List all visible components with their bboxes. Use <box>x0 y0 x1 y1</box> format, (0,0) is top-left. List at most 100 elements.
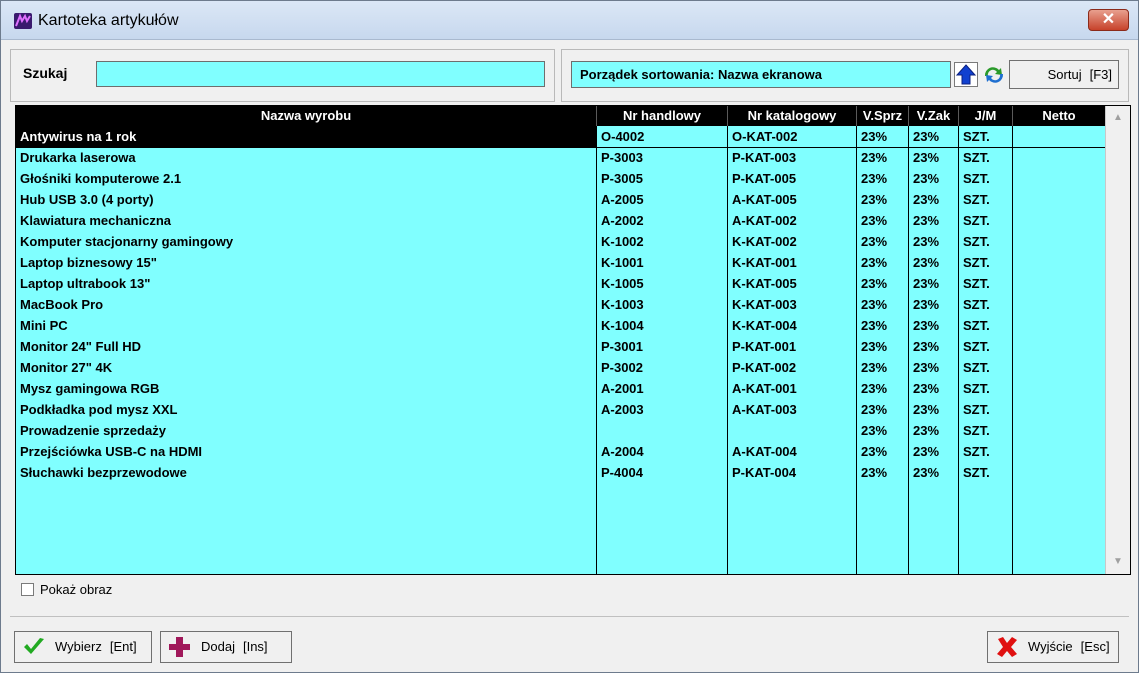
table-cell: A-KAT-004 <box>732 444 797 459</box>
table-cell: P-KAT-004 <box>732 465 797 480</box>
table-row[interactable]: Monitor 27" 4K P-3002 P-KAT-002 23% 23% SZT. <box>16 357 1106 378</box>
table-cell: 23% <box>913 150 940 165</box>
table-cell <box>1013 252 1105 273</box>
table-row[interactable]: Mysz gamingowa RGB A-2001 A-KAT-001 23% 23% S… <box>16 378 1106 399</box>
table-cell: Monitor 27" 4K <box>20 360 113 375</box>
table-cell <box>1013 378 1105 399</box>
table-row[interactable]: Klawiatura mechaniczna A-2002 A-KAT-002 23%… <box>16 210 1106 231</box>
add-button[interactable]: Dodaj [Ins] <box>160 631 292 663</box>
table-cell: K-KAT-001 <box>732 255 797 270</box>
table-cell <box>1013 462 1105 483</box>
table-cell: 23% <box>861 339 888 354</box>
table-cell: A-2002 <box>601 213 644 228</box>
table-cell: K-KAT-002 <box>732 234 797 249</box>
table-cell: 23% <box>861 318 888 333</box>
table-cell: Laptop ultrabook 13" <box>20 276 151 291</box>
table-cell: SZT. <box>963 171 990 186</box>
column-header[interactable]: Netto <box>1013 106 1106 126</box>
table-cell: P-KAT-003 <box>732 150 797 165</box>
table-row[interactable]: MacBook Pro K-1003 K-KAT-003 23% 23% SZT. <box>16 294 1106 315</box>
table-row[interactable]: Podkładka pod mysz XXL A-2003 A-KAT-003 23%… <box>16 399 1106 420</box>
table-cell <box>1013 315 1105 336</box>
table-cell: Słuchawki bezprzewodowe <box>20 465 187 480</box>
column-divider <box>908 126 909 574</box>
table-cell: A-2003 <box>601 402 644 417</box>
footer-divider <box>10 616 1129 617</box>
sort-direction-arrow-up-icon[interactable] <box>954 62 978 87</box>
column-header[interactable]: J/M <box>959 106 1013 126</box>
table-cell: P-3005 <box>601 171 643 186</box>
column-header[interactable]: Nazwa wyrobu <box>16 106 597 126</box>
table-cell: 23% <box>861 276 888 291</box>
sort-button-label: Sortuj <box>1047 67 1082 82</box>
show-image-checkbox-row[interactable]: Pokaż obraz <box>21 582 112 597</box>
table-cell <box>1013 189 1105 210</box>
articles-table[interactable]: Nazwa wyrobu Nr handlowy Nr katalogowy V.Sp… <box>15 105 1131 575</box>
column-header[interactable]: V.Sprz <box>857 106 909 126</box>
table-cell: 23% <box>913 213 940 228</box>
sort-button[interactable]: Sortuj [F3] <box>1009 60 1119 89</box>
table-row[interactable]: Drukarka laserowa P-3003 P-KAT-003 23% 23% SZ… <box>16 147 1106 168</box>
table-cell: K-KAT-004 <box>732 318 797 333</box>
show-image-checkbox[interactable] <box>21 583 34 596</box>
table-cell: 23% <box>913 255 940 270</box>
table-row[interactable]: Komputer stacjonarny gamingowy K-1002 K-KA… <box>16 231 1106 252</box>
table-cell: 23% <box>913 360 940 375</box>
table-row[interactable]: Laptop biznesowy 15" K-1001 K-KAT-001 23% 23… <box>16 252 1106 273</box>
app-logo-icon <box>14 13 32 29</box>
table-cell: Mysz gamingowa RGB <box>20 381 160 396</box>
table-cell: 23% <box>913 465 940 480</box>
table-cell: 23% <box>861 297 888 312</box>
scroll-up-icon[interactable]: ▲ <box>1106 108 1130 128</box>
column-divider <box>727 126 728 574</box>
table-cell: Komputer stacjonarny gamingowy <box>20 234 234 249</box>
table-row[interactable]: Mini PC K-1004 K-KAT-004 23% 23% SZT. <box>16 315 1106 336</box>
table-row[interactable]: Antywirus na 1 rok O-4002 O-KAT-002 23% 23% S… <box>16 126 1106 148</box>
vertical-scrollbar[interactable]: ▲ ▼ <box>1105 106 1130 574</box>
table-cell: SZT. <box>963 276 990 291</box>
search-label: Szukaj <box>23 65 68 81</box>
table-cell: 23% <box>861 213 888 228</box>
table-cell <box>1013 126 1105 147</box>
table-cell: O-KAT-002 <box>732 129 798 144</box>
show-image-label: Pokaż obraz <box>40 582 113 597</box>
column-header[interactable]: Nr katalogowy <box>728 106 857 126</box>
table-cell: 23% <box>913 423 940 438</box>
table-row[interactable]: Prowadzenie sprzedaży 23% 23% SZT. <box>16 420 1106 441</box>
table-row[interactable]: Głośniki komputerowe 2.1 P-3005 P-KAT-005 2… <box>16 168 1106 189</box>
table-row[interactable]: Hub USB 3.0 (4 porty) A-2005 A-KAT-005 23% 2… <box>16 189 1106 210</box>
table-cell: 23% <box>913 402 940 417</box>
table-row[interactable]: Słuchawki bezprzewodowe P-4004 P-KAT-004 23… <box>16 462 1106 483</box>
table-cell: 23% <box>913 318 940 333</box>
table-cell <box>1013 441 1105 462</box>
column-header[interactable]: V.Zak <box>909 106 959 126</box>
close-button[interactable]: ✕ <box>1088 9 1129 31</box>
table-cell: 23% <box>861 171 888 186</box>
red-x-icon <box>994 635 1020 659</box>
table-cell: K-1002 <box>601 234 644 249</box>
refresh-arrows-icon[interactable] <box>981 63 1007 87</box>
table-cell: Laptop biznesowy 15" <box>20 255 157 270</box>
table-row[interactable]: Laptop ultrabook 13" K-1005 K-KAT-005 23% 23… <box>16 273 1106 294</box>
table-cell: 23% <box>913 171 940 186</box>
table-cell: SZT. <box>963 465 990 480</box>
scroll-down-icon[interactable]: ▼ <box>1106 552 1130 572</box>
table-cell: Przejściówka USB-C na HDMI <box>20 444 203 459</box>
exit-button-label: Wyjście <box>1028 639 1073 654</box>
table-cell: K-1005 <box>601 276 644 291</box>
column-divider <box>856 126 857 574</box>
select-button[interactable]: Wybierz [Ent] <box>14 631 152 663</box>
table-cell: 23% <box>861 402 888 417</box>
table-cell: P-KAT-005 <box>732 171 797 186</box>
table-cell: P-KAT-001 <box>732 339 797 354</box>
table-row[interactable]: Przejściówka USB-C na HDMI A-2004 A-KAT-00… <box>16 441 1106 462</box>
search-input[interactable] <box>96 61 545 87</box>
table-cell: Hub USB 3.0 (4 porty) <box>20 192 154 207</box>
column-header[interactable]: Nr handlowy <box>597 106 728 126</box>
table-row[interactable]: Monitor 24" Full HD P-3001 P-KAT-001 23% 23%… <box>16 336 1106 357</box>
table-cell: SZT. <box>963 255 990 270</box>
exit-button[interactable]: Wyjście [Esc] <box>987 631 1119 663</box>
table-cell: 23% <box>913 444 940 459</box>
table-cell <box>597 420 727 441</box>
table-cell <box>1013 294 1105 315</box>
